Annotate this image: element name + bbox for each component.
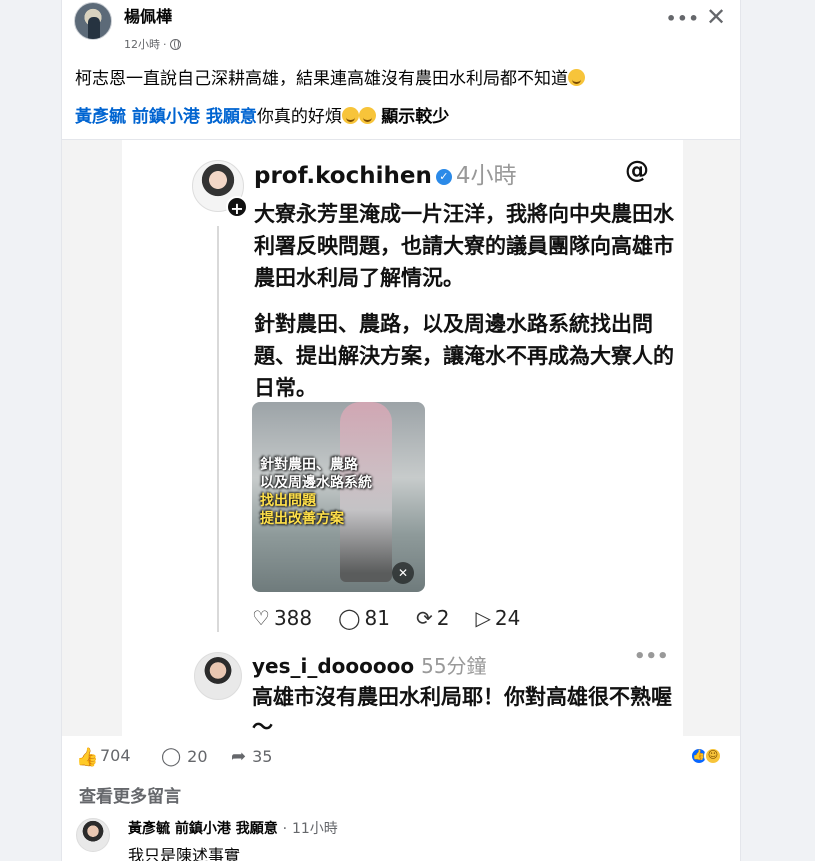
share-icon: ➦ (231, 746, 247, 767)
threads-shares: ▷ 24 (475, 606, 520, 630)
mention-link[interactable]: 黃彥毓 前鎮小港 我願意 (75, 107, 257, 127)
reply-avatar (194, 652, 242, 700)
comment-avatar[interactable] (76, 818, 110, 852)
repost-icon: ⟳ (415, 606, 433, 630)
share-button[interactable]: ➦ 35 (231, 746, 272, 767)
caption-line-3: 找出問題 (260, 493, 316, 509)
caption-line-4: 提出改善方案 (260, 511, 344, 527)
view-more-comments[interactable]: 查看更多留言 (79, 782, 181, 807)
threads-shares-count: 24 (494, 606, 521, 630)
comment-icon: ◯ (161, 746, 182, 767)
threads-photo: 針對農田、農路 以及周邊水路系統 找出問題 提出改善方案 ✕ (252, 402, 425, 592)
threads-comments-count: 81 (364, 606, 390, 630)
threads-para-2: 針對農田、農路，以及周邊水路系統找出問題、提出解決方案，讓淹水不再成為大寮人的日… (254, 312, 674, 400)
post-text-body: 柯志恩一直說自己深耕高雄，結果連高雄沒有農田水利局都不知道 (75, 69, 568, 89)
relieved-emoji-icon (568, 69, 585, 86)
reaction-bar: 👍 704 ◯ 20 ➦ 35 👍 ☺ (62, 737, 740, 777)
threads-stats: ♡ 388 ◯ 81 ⟳ 2 ▷ 24 (252, 606, 520, 630)
meta-separator: · (163, 37, 167, 51)
threads-reposts-count: 2 (436, 606, 450, 630)
share-count: 35 (252, 747, 273, 766)
threads-reposts: ⟳ 2 (416, 606, 450, 630)
reply-username: yes_i_doooooo (252, 654, 415, 678)
like-icon: 👍 (76, 746, 99, 768)
reply-more-icon: ••• (634, 646, 669, 667)
follow-plus-icon: + (226, 196, 248, 218)
thread-line (217, 226, 219, 632)
comment-count: 20 (187, 747, 208, 766)
threads-header: prof.kochihen ✓ 4小時 (254, 156, 516, 190)
more-icon[interactable]: ••• (666, 9, 700, 28)
comment-author[interactable]: 黃彥毓 前鎮小港 我願意 (128, 821, 278, 837)
heart-icon: ♡ (252, 606, 270, 630)
reply-time: 55分鐘 (421, 654, 487, 678)
rofl-emoji-icon (341, 107, 359, 124)
threads-username: prof.kochihen (254, 163, 432, 189)
send-icon: ▷ (475, 606, 491, 630)
reaction-summary[interactable]: 👍 ☺ (690, 747, 722, 765)
threads-para-1: 大寮永芳里淹成一片汪洋，我將向中央農田水利署反映問題，也請大寮的議員團隊向高雄市… (254, 202, 674, 290)
haha-reaction-icon: ☺ (704, 747, 722, 765)
post-text-line2: 黃彥毓 前鎮小港 我願意你真的好煩 顯示較少 (75, 102, 449, 127)
threads-likes: ♡ 388 (252, 606, 312, 630)
see-less-button[interactable]: 顯示較少 (381, 107, 449, 127)
globe-icon[interactable] (169, 38, 181, 50)
post-text: 柯志恩一直說自己深耕高雄，結果連高雄沒有農田水利局都不知道 (75, 64, 585, 89)
threads-screenshot: + prof.kochihen ✓ 4小時 @ 大寮永芳里淹成一片汪洋，我將向中央農… (122, 140, 683, 736)
threads-likes-count: 388 (273, 606, 313, 630)
comment-separator: · (282, 821, 288, 837)
post-reply-text: 你真的好煩 (256, 107, 342, 127)
comment-time[interactable]: 11小時 (292, 821, 338, 837)
verified-icon: ✓ (435, 169, 452, 185)
like-count: 704 (100, 746, 131, 765)
author-name[interactable]: 楊佩樺 (124, 3, 172, 27)
like-button[interactable]: 👍 704 (76, 746, 131, 768)
reply-header: yes_i_doooooo 55分鐘 (252, 650, 487, 679)
comment-text: 我只是陳述事實 (128, 846, 241, 861)
mute-icon: ✕ (392, 562, 414, 584)
threads-comments: ◯ 81 (338, 606, 390, 630)
post-card: 楊佩樺 12小時 · ••• ✕ 柯志恩一直說自己深耕高雄，結果連高雄沒有農田水… (61, 0, 741, 861)
close-icon[interactable]: ✕ (702, 3, 730, 31)
threads-time: 4小時 (455, 163, 517, 189)
caption-line-1: 針對農田、農路 (260, 457, 358, 473)
comment-header: 黃彥毓 前鎮小港 我願意 · 11小時 (128, 818, 338, 838)
post-time[interactable]: 12小時 (124, 36, 160, 52)
caption-line-2: 以及周邊水路系統 (260, 475, 372, 491)
rofl-emoji-icon (358, 107, 376, 124)
post-meta: 12小時 · (124, 36, 181, 52)
comment-button[interactable]: ◯ 20 (161, 746, 208, 767)
threads-body: 大寮永芳里淹成一片汪洋，我將向中央農田水利署反映問題，也請大寮的議員團隊向高雄市… (254, 198, 674, 418)
post-image[interactable]: + prof.kochihen ✓ 4小時 @ 大寮永芳里淹成一片汪洋，我將向中央農… (62, 140, 740, 736)
photo-caption: 針對農田、農路 以及周邊水路系統 找出問題 提出改善方案 (260, 456, 372, 528)
threads-logo-icon: @ (625, 156, 649, 184)
comment-bubble-icon: ◯ (338, 606, 361, 630)
author-avatar[interactable] (74, 2, 112, 40)
post-header: 楊佩樺 12小時 · ••• ✕ (62, 0, 740, 52)
reply-text: 高雄市沒有農田水利局耶！你對高雄很不熟喔～ (252, 685, 672, 736)
